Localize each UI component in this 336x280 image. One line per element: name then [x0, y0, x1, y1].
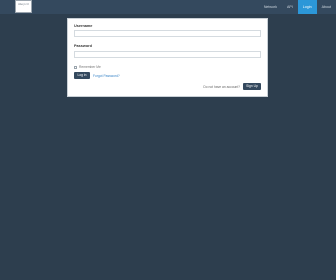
- nav-item-login[interactable]: Login: [297, 0, 317, 14]
- nav-menu: Network API Login About: [259, 0, 336, 14]
- top-navbar: Alteryx Cl Network API Login About: [0, 0, 336, 14]
- password-input[interactable]: [74, 51, 261, 58]
- remember-me[interactable]: Remember Me: [74, 65, 101, 69]
- login-button[interactable]: Log in: [74, 72, 90, 79]
- password-label: Password: [74, 44, 92, 48]
- username-input[interactable]: [74, 30, 261, 37]
- remember-label: Remember Me: [79, 65, 101, 69]
- logo[interactable]: Alteryx Cl: [15, 0, 32, 13]
- nav-item-about[interactable]: About: [317, 0, 336, 14]
- signup-button[interactable]: Sign Up: [243, 83, 261, 90]
- nav-item-network[interactable]: Network: [259, 0, 282, 14]
- nav-item-api[interactable]: API: [282, 0, 298, 14]
- login-card: Username Password Remember Me Log in For…: [67, 18, 268, 97]
- username-label: Username: [74, 24, 93, 28]
- forgot-password-link[interactable]: Forgot Password?: [93, 74, 120, 78]
- no-account-text: Do not have an account?: [203, 85, 240, 89]
- remember-checkbox[interactable]: [74, 65, 77, 69]
